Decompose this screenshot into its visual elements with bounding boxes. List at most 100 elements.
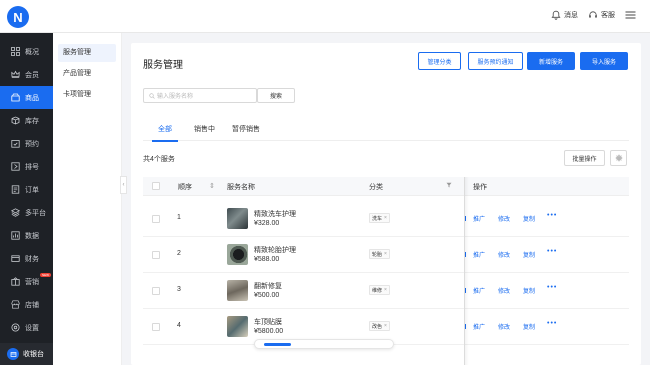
messages-button[interactable]: 消息 bbox=[551, 10, 578, 20]
sidebar-item-settings[interactable]: 设置 bbox=[0, 316, 53, 339]
tag-close-icon[interactable]: × bbox=[384, 287, 387, 293]
cashier-button[interactable]: 收银台 bbox=[0, 343, 53, 365]
copy-link[interactable]: 复制 bbox=[523, 250, 535, 259]
sidebar-item-finance[interactable]: 财务 bbox=[0, 247, 53, 270]
subnav-item-service[interactable]: 服务管理 bbox=[58, 44, 116, 62]
column-actions: 操作 bbox=[473, 184, 487, 191]
category-tag-label: 维修 bbox=[372, 287, 383, 294]
sidebar-item-booking[interactable]: 预约 bbox=[0, 132, 53, 155]
grid-icon bbox=[11, 47, 20, 56]
service-name: 精致洗车护理 bbox=[254, 211, 296, 218]
sidebar-item-inventory[interactable]: 库存 bbox=[0, 109, 53, 132]
row-checkbox[interactable] bbox=[152, 251, 160, 259]
sidebar-item-multiplatform[interactable]: 多平台 bbox=[0, 201, 53, 224]
service-price: ¥500.00 bbox=[254, 292, 280, 299]
sidebar-item-label: 会员 bbox=[25, 71, 39, 79]
category-tag: 改色 × bbox=[369, 321, 390, 331]
edit-link[interactable]: 修改 bbox=[498, 214, 510, 223]
subnav-item-product[interactable]: 产品管理 bbox=[58, 65, 116, 83]
add-service-button[interactable]: 新增服务 bbox=[527, 52, 575, 70]
table-row: 3 翻新修复 ¥500.00 维修 × 推广 修改 复制 ••• bbox=[143, 273, 629, 309]
category-tag-label: 改色 bbox=[372, 323, 383, 330]
copy-link[interactable]: 复制 bbox=[523, 214, 535, 223]
service-count: 共4个服务 bbox=[143, 156, 175, 163]
edit-link[interactable]: 修改 bbox=[498, 286, 510, 295]
scrollbar-thumb[interactable] bbox=[264, 343, 291, 346]
sidebar-item-orders[interactable]: 订单 bbox=[0, 178, 53, 201]
settings-icon bbox=[11, 323, 20, 332]
box-icon bbox=[11, 116, 20, 125]
promote-link[interactable]: 推广 bbox=[473, 214, 485, 223]
batch-operation-button[interactable]: 批量操作 bbox=[564, 150, 605, 166]
logo-letter: N bbox=[13, 9, 23, 25]
sidebar-item-data[interactable]: 数据 bbox=[0, 224, 53, 247]
tag-close-icon[interactable]: × bbox=[384, 323, 387, 329]
copy-link[interactable]: 复制 bbox=[523, 286, 535, 295]
search-input[interactable]: 输入服务名称 bbox=[143, 88, 257, 103]
sidebar-item-overview[interactable]: 概况 bbox=[0, 40, 53, 63]
cashier-icon bbox=[7, 348, 19, 360]
store-icon bbox=[11, 300, 20, 309]
app-logo[interactable]: N bbox=[7, 6, 29, 28]
column-order[interactable]: 顺序 bbox=[178, 182, 192, 192]
more-actions-icon[interactable]: ••• bbox=[547, 212, 557, 219]
sidebar-item-label: 概况 bbox=[25, 48, 39, 56]
sidebar-item-marketing[interactable]: 营销 NEW bbox=[0, 270, 53, 293]
support-button[interactable]: 客服 bbox=[588, 10, 615, 20]
row-checkbox[interactable] bbox=[152, 323, 160, 331]
filter-icon[interactable] bbox=[446, 182, 452, 190]
promote-link[interactable]: 推广 bbox=[473, 250, 485, 259]
tag-close-icon[interactable]: × bbox=[384, 215, 387, 221]
service-price: ¥5800.00 bbox=[254, 328, 284, 335]
row-order: 4 bbox=[177, 322, 181, 329]
service-price: ¥328.00 bbox=[254, 220, 280, 227]
main-panel: 服务管理 管理分类 服务预约通知 新增服务 导入服务 输入服务名称 搜索 全部 … bbox=[131, 43, 641, 365]
row-order: 3 bbox=[177, 286, 181, 293]
status-tabs: 全部 销售中 暂停销售 bbox=[143, 120, 629, 141]
manage-category-button[interactable]: 管理分类 bbox=[418, 52, 461, 70]
messages-label: 消息 bbox=[564, 12, 578, 19]
subnav-item-card[interactable]: 卡项管理 bbox=[58, 86, 116, 104]
category-tag-label: 轮胎 bbox=[372, 251, 383, 258]
search-button[interactable]: 搜索 bbox=[257, 88, 295, 103]
sidebar-item-store[interactable]: 店铺 bbox=[0, 293, 53, 316]
row-checkbox[interactable] bbox=[152, 287, 160, 295]
row-checkbox[interactable] bbox=[152, 215, 160, 223]
secondary-nav: 服务管理 产品管理 卡项管理 bbox=[53, 33, 122, 365]
category-tag: 维修 × bbox=[369, 285, 390, 295]
service-name: 车顶贴膜 bbox=[254, 319, 282, 326]
tag-close-icon[interactable]: × bbox=[384, 251, 387, 257]
column-settings-button[interactable] bbox=[610, 150, 627, 166]
horizontal-scrollbar[interactable] bbox=[254, 339, 394, 349]
promote-link[interactable]: 推广 bbox=[473, 322, 485, 331]
sidebar-item-products[interactable]: 商品 bbox=[0, 86, 53, 109]
queue-icon bbox=[11, 162, 20, 171]
reserve-notice-button[interactable]: 服务预约通知 bbox=[468, 52, 523, 70]
promote-link[interactable]: 推广 bbox=[473, 286, 485, 295]
service-name: 翻新修复 bbox=[254, 283, 282, 290]
tab-on-sale[interactable]: 销售中 bbox=[194, 124, 215, 134]
table-row: 1 精致洗车护理 ¥328.00 洗车 × 推广 修改 复制 ••• bbox=[143, 201, 629, 237]
tab-paused[interactable]: 暂停销售 bbox=[232, 124, 260, 134]
crown-icon bbox=[11, 70, 20, 79]
tab-all[interactable]: 全部 bbox=[158, 124, 172, 134]
sidebar-item-queue[interactable]: 排号 bbox=[0, 155, 53, 178]
select-all-checkbox[interactable] bbox=[152, 182, 160, 190]
menu-button[interactable] bbox=[625, 10, 636, 20]
check-calendar-icon bbox=[11, 139, 20, 148]
edit-link[interactable]: 修改 bbox=[498, 250, 510, 259]
import-service-button[interactable]: 导入服务 bbox=[580, 52, 628, 70]
column-name: 服务名称 bbox=[227, 184, 255, 191]
more-actions-icon[interactable]: ••• bbox=[547, 284, 557, 291]
collapse-handle[interactable]: ‹ bbox=[120, 176, 127, 194]
sidebar-item-members[interactable]: 会员 bbox=[0, 63, 53, 86]
layers-icon bbox=[11, 208, 20, 217]
order-icon bbox=[11, 185, 20, 194]
sort-icon[interactable]: ⇕ bbox=[209, 182, 215, 190]
copy-link[interactable]: 复制 bbox=[523, 322, 535, 331]
edit-link[interactable]: 修改 bbox=[498, 322, 510, 331]
sidebar-item-label: 商品 bbox=[25, 94, 39, 102]
sidebar-item-label: 数据 bbox=[25, 232, 39, 240]
more-actions-icon[interactable]: ••• bbox=[547, 248, 557, 255]
more-actions-icon[interactable]: ••• bbox=[547, 320, 557, 327]
